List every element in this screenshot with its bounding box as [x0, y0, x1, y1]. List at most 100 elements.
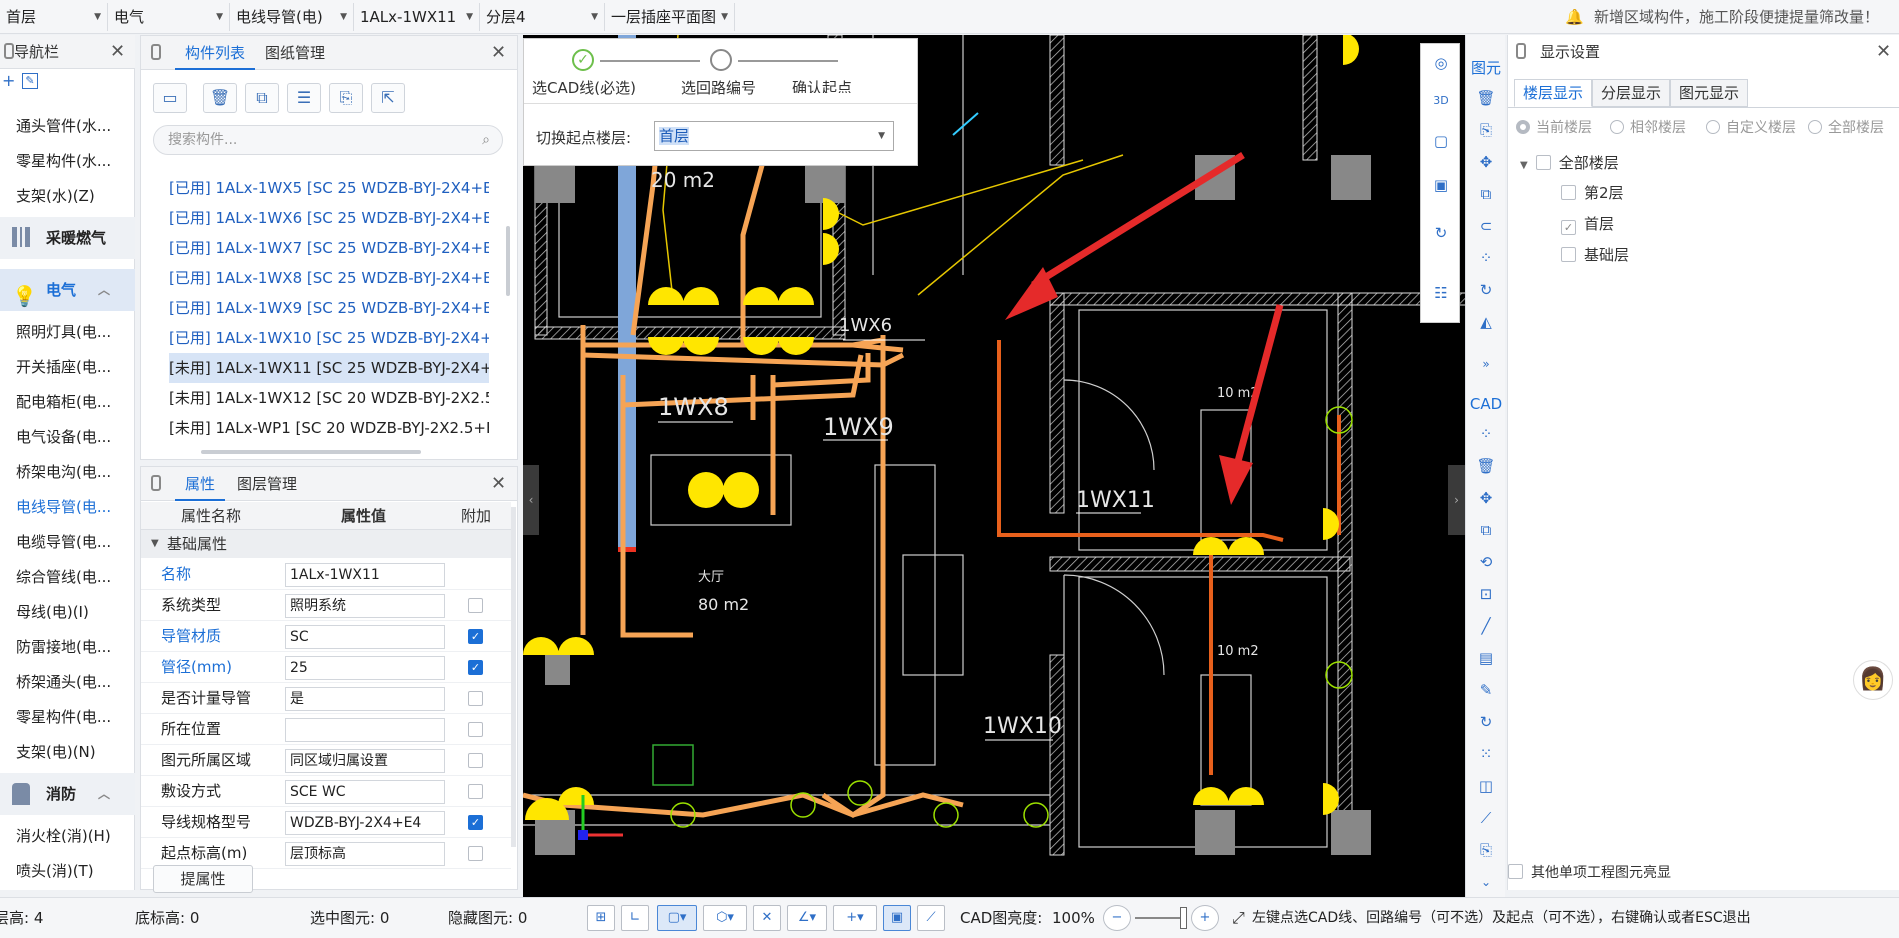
angle-button[interactable]: ∠▾ [787, 905, 827, 931]
component-type-dropdown[interactable]: 电线导管(电) ▼ [230, 3, 354, 31]
property-value-input[interactable]: 层顶标高 [285, 842, 445, 866]
add-icon[interactable]: + [2, 71, 15, 90]
select-mode-button[interactable]: ▢▾ [657, 905, 697, 931]
collapse-left-handle[interactable]: ‹ [523, 465, 539, 535]
property-value-input[interactable]: 1ALx-1WX11 [285, 563, 445, 587]
tab-element-display[interactable]: 图元显示 [1670, 79, 1749, 107]
delete-button[interactable]: 🗑 [203, 83, 237, 113]
component-list-item[interactable]: [已用] 1ALx-1WX5 [SC 25 WDZB-BYJ-2X4+E4 [169, 173, 489, 203]
checkbox[interactable] [1561, 247, 1576, 262]
start-floor-select[interactable]: 首层 ▼ [654, 121, 894, 151]
highlight-other-projects-checkbox[interactable]: 其他单项工程图元亮显 [1508, 862, 1671, 884]
cad-split-icon[interactable]: ◫ [1474, 775, 1498, 797]
nav-item-distribution-box[interactable]: 配电箱柜(电... [0, 385, 135, 420]
nav-item-combined-pipeline[interactable]: 综合管线(电... [0, 560, 135, 595]
tree-node-floor[interactable]: ✓ 首层 [1561, 213, 1614, 235]
tree-node-floor[interactable]: 基础层 [1561, 244, 1629, 266]
tab-drawing-management[interactable]: 图纸管理 [255, 36, 335, 70]
copy-icon[interactable]: ⎘ [1474, 119, 1498, 141]
checkbox[interactable] [1508, 864, 1523, 879]
layer-dropdown[interactable]: 分层4 ▼ [480, 3, 605, 31]
tab-layer-management[interactable]: 图层管理 [227, 467, 307, 501]
import-button[interactable]: ⎘ [329, 83, 363, 113]
radio-current-floor[interactable]: 当前楼层 [1516, 117, 1592, 139]
radio-all-floors[interactable]: 全部楼层 [1808, 117, 1884, 139]
property-group-basic[interactable]: ▼ 基础属性 [141, 530, 511, 558]
component-list-item[interactable]: [已用] 1ALx-1WX8 [SC 25 WDZB-BYJ-2X4+E4 [169, 263, 489, 293]
orbit-icon[interactable]: ◎ [1429, 52, 1453, 74]
assistant-avatar[interactable]: 👩 [1853, 660, 1893, 700]
extra-checkbox[interactable] [468, 753, 483, 768]
cad-export-icon[interactable]: ⎘ [1474, 839, 1498, 861]
delete-icon[interactable]: 🗑 [1474, 87, 1498, 109]
drawing-dropdown[interactable]: 一层插座平面图 ▼ [605, 3, 735, 31]
nav-item-lighting[interactable]: 照明灯具(电... [0, 315, 135, 350]
nav-item-misc-water[interactable]: 零星构件(水... [0, 144, 135, 179]
grid-snap-button[interactable]: ⊞ [587, 905, 615, 931]
pin-icon[interactable] [151, 44, 161, 60]
component-list-item[interactable]: [已用] 1ALx-1WX7 [SC 25 WDZB-BYJ-2X4+E4 [169, 233, 489, 263]
cad-trim-icon[interactable]: ⊡ [1474, 583, 1498, 605]
extra-checkbox[interactable] [468, 784, 483, 799]
snap-button[interactable]: ▣ [883, 905, 911, 931]
copy-button[interactable]: ⧉ [245, 83, 279, 113]
nav-item-support-water[interactable]: 支架(水)(Z) [0, 179, 135, 214]
nav-item-electric-equipment[interactable]: 电气设备(电... [0, 420, 135, 455]
checkbox[interactable] [1561, 185, 1576, 200]
component-list-item[interactable]: [未用] 1ALx-WP1 [SC 20 WDZB-BYJ-2X2.5+E2 [169, 413, 489, 443]
brightness-slider-handle[interactable] [1180, 907, 1187, 929]
move-icon[interactable]: ✥ [1474, 151, 1498, 173]
close-icon[interactable]: ✕ [1876, 41, 1891, 62]
close-icon[interactable]: ✕ [491, 42, 506, 63]
property-value-input[interactable]: 是 [285, 687, 445, 711]
component-list-item[interactable]: [未用] 1ALx-1WX12 [SC 20 WDZB-BYJ-2X2.5+ [169, 383, 489, 413]
view-cube-alt-icon[interactable]: ▣ [1429, 174, 1453, 196]
nav-category-fire[interactable]: 消防 ︿ [0, 773, 135, 815]
rotate-icon[interactable]: ↻ [1474, 279, 1498, 301]
cross-button[interactable]: ✕ [753, 905, 781, 931]
cad-array-icon[interactable]: ⁘ [1474, 423, 1498, 445]
nav-item-cable-conduit[interactable]: 电缆导管(电... [0, 525, 135, 560]
close-icon[interactable]: ✕ [110, 41, 125, 62]
zoom-out-button[interactable]: − [1103, 905, 1131, 931]
vertical-scrollbar[interactable] [506, 226, 510, 296]
property-value-input[interactable]: 照明系统 [285, 594, 445, 618]
nav-item-lightning-grounding[interactable]: 防雷接地(电... [0, 630, 135, 665]
layer-view-icon[interactable]: ☷ [1429, 282, 1453, 304]
rotate-icon[interactable]: ↻ [1429, 222, 1453, 244]
nav-item-tray-fitting[interactable]: 桥架通头(电... [0, 665, 135, 700]
radio-custom-floor[interactable]: 自定义楼层 [1706, 117, 1796, 139]
tree-node-all-floors[interactable]: ▼ 全部楼层 [1520, 152, 1619, 177]
cad-delete-icon[interactable]: 🗑 [1474, 455, 1498, 477]
vertical-scrollbar[interactable] [511, 507, 516, 847]
export-button[interactable]: ⇱ [371, 83, 405, 113]
tab-properties[interactable]: 属性 [175, 467, 226, 501]
ortho-button[interactable]: ∟ [621, 905, 649, 931]
checkbox[interactable]: ✓ [1561, 220, 1576, 235]
property-value-input[interactable]: 同区域归属设置 [285, 749, 445, 773]
tab-floor-display[interactable]: 楼层显示 [1514, 79, 1593, 107]
offset-icon[interactable]: ⊂ [1474, 215, 1498, 237]
component-search-input[interactable]: 搜索构件... ⌕ [153, 125, 503, 155]
component-list-item[interactable]: [已用] 1ALx-1WX10 [SC 25 WDZB-BYJ-2X4+E4 [169, 323, 489, 353]
zoom-in-button[interactable]: + [1191, 905, 1219, 931]
expand-icon[interactable]: » [1474, 353, 1498, 375]
property-value-input[interactable]: 25 [285, 656, 445, 680]
nav-item-wire-conduit[interactable]: 电线导管(电... [0, 490, 135, 525]
nav-category-heating[interactable]: 采暖燃气 [0, 217, 135, 259]
component-list-item[interactable]: [未用] 1ALx-1WX11 [SC 25 WDZB-BYJ-2X4+E4 [169, 353, 489, 383]
horizontal-scrollbar[interactable] [201, 450, 421, 454]
nav-item-fittings-water[interactable]: 通头管件(水... [0, 109, 135, 144]
cad-grid-icon[interactable]: ⁙ [1474, 743, 1498, 765]
radio-adjacent-floor[interactable]: 相邻楼层 [1610, 117, 1686, 139]
duplicate-icon[interactable]: ⧉ [1474, 183, 1498, 205]
nav-item-busbar[interactable]: 母线(电)(I) [0, 595, 135, 630]
component-list-item[interactable]: [已用] 1ALx-1WX6 [SC 25 WDZB-BYJ-2X4+E4 [169, 203, 489, 233]
view-mode-button[interactable]: ⬡▾ [703, 905, 747, 931]
expand-down-icon[interactable]: ⌄ [1474, 871, 1498, 893]
nav-item-fire-hydrant[interactable]: 消火栓(消)(H) [0, 819, 135, 854]
new-component-button[interactable]: ▭ [153, 83, 187, 113]
specialty-dropdown[interactable]: 电气 ▼ [108, 3, 230, 31]
extra-checkbox[interactable]: ✓ [468, 660, 483, 675]
extra-checkbox[interactable] [468, 598, 483, 613]
